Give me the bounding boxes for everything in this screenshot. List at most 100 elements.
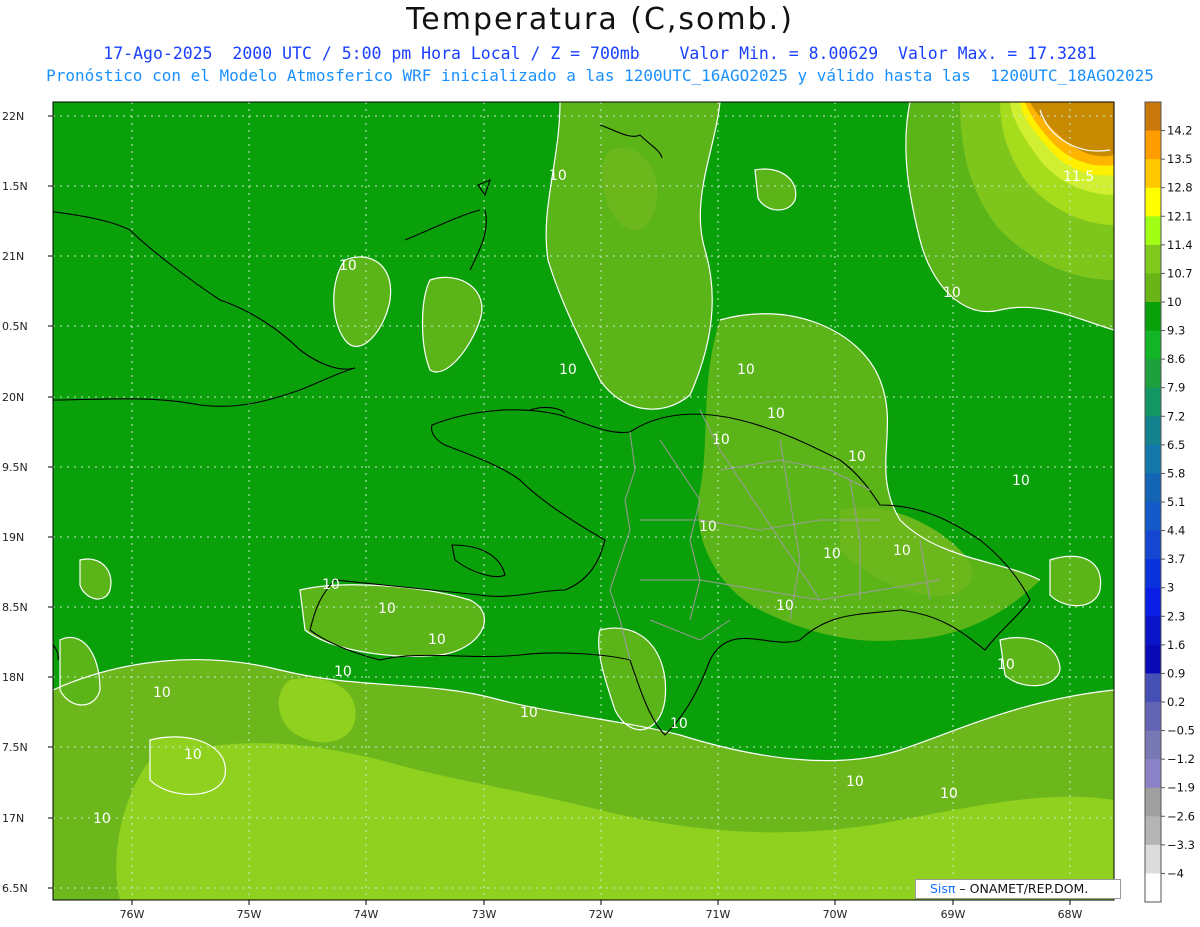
legend-label: 9.3 bbox=[1167, 324, 1185, 338]
contour-label: 10 bbox=[823, 546, 841, 562]
legend-label: −4 bbox=[1167, 866, 1184, 880]
legend-swatch bbox=[1145, 416, 1161, 446]
legend-label: 12.1 bbox=[1167, 209, 1193, 223]
legend-label: −1.9 bbox=[1167, 781, 1195, 795]
contour-label: 10 bbox=[520, 705, 538, 721]
legend-swatch bbox=[1145, 444, 1161, 474]
legend-label: 3 bbox=[1167, 581, 1174, 595]
lon-label: 68W bbox=[1058, 908, 1083, 921]
legend-swatch bbox=[1145, 130, 1161, 160]
legend-swatch bbox=[1145, 302, 1161, 332]
legend-swatch bbox=[1145, 216, 1161, 246]
lat-label: 18N bbox=[2, 671, 24, 684]
lon-label: 76W bbox=[120, 908, 145, 921]
legend-swatch bbox=[1145, 530, 1161, 560]
legend-label: 0.9 bbox=[1167, 666, 1185, 680]
legend-label: 2.3 bbox=[1167, 609, 1185, 623]
legend-swatch bbox=[1145, 244, 1161, 274]
legend-label: 14.2 bbox=[1167, 124, 1193, 138]
latitude-axis: 22N 1.5N 21N 0.5N 20N 9.5N 19N 8.5N 18N … bbox=[2, 110, 53, 895]
contour-label: 10 bbox=[712, 432, 730, 448]
lon-label: 75W bbox=[237, 908, 262, 921]
credit-text: – ONAMET/REP.DOM. bbox=[955, 881, 1089, 896]
legend-label: −1.2 bbox=[1167, 752, 1195, 766]
contour-label: 11.5 bbox=[1063, 169, 1094, 185]
contour-label: 10 bbox=[997, 657, 1015, 673]
lon-label: 73W bbox=[472, 908, 497, 921]
lat-label: 17N bbox=[2, 812, 24, 825]
lon-label: 74W bbox=[354, 908, 379, 921]
contour-label: 10 bbox=[767, 406, 785, 422]
contour-label: 10 bbox=[1012, 473, 1030, 489]
legend-label: 7.9 bbox=[1167, 381, 1185, 395]
contour-label: 10 bbox=[846, 774, 864, 790]
temperature-map: 10 10 10 10 10 10 10 10 10 10 10 10 10 1… bbox=[2, 101, 1195, 921]
contour-label: 10 bbox=[737, 362, 755, 378]
legend-label: −3.3 bbox=[1167, 838, 1195, 852]
contour-label: 10 bbox=[776, 598, 794, 614]
lat-label: 7.5N bbox=[2, 741, 28, 754]
contour-label: 10 bbox=[670, 716, 688, 732]
sis-logo-text: Sisπ bbox=[930, 881, 956, 896]
legend-label: 12.8 bbox=[1167, 181, 1193, 195]
legend-label: 10 bbox=[1167, 295, 1182, 309]
legend-swatch bbox=[1145, 273, 1161, 303]
lat-label: 19N bbox=[2, 531, 24, 544]
lat-label: 1.5N bbox=[2, 180, 28, 193]
contour-label: 10 bbox=[699, 519, 717, 535]
legend-label: 0.2 bbox=[1167, 695, 1185, 709]
contour-label: 10 bbox=[559, 362, 577, 378]
legend-swatch bbox=[1145, 702, 1161, 732]
lat-label: 0.5N bbox=[2, 320, 28, 333]
legend-swatch bbox=[1145, 644, 1161, 674]
legend-label: 3.7 bbox=[1167, 552, 1185, 566]
lat-label: 21N bbox=[2, 250, 24, 263]
legend-label: 10.7 bbox=[1167, 266, 1193, 280]
contour-label: 10 bbox=[184, 747, 202, 763]
legend-label: −2.6 bbox=[1167, 809, 1195, 823]
legend-swatch bbox=[1145, 187, 1161, 217]
legend-swatch bbox=[1145, 816, 1161, 846]
longitude-axis: 76W 75W 74W 73W 72W 71W 70W 69W 68W bbox=[120, 900, 1083, 921]
lat-label: 9.5N bbox=[2, 461, 28, 474]
legend-label: 7.2 bbox=[1167, 409, 1185, 423]
legend-swatch bbox=[1145, 330, 1161, 360]
contour-label: 10 bbox=[339, 258, 357, 274]
color-legend: 14.2 13.5 12.8 12.1 11.4 10.7 10 9.3 8.6 7.9 7.2 6.… bbox=[1144, 101, 1195, 903]
legend-label: 11.4 bbox=[1167, 238, 1193, 252]
legend-label: 5.1 bbox=[1167, 495, 1185, 509]
credit-box: Sisπ – ONAMET/REP.DOM. bbox=[915, 879, 1121, 899]
contour-label: 10 bbox=[428, 632, 446, 648]
legend-label: 6.5 bbox=[1167, 438, 1185, 452]
legend-swatch bbox=[1145, 787, 1161, 817]
contour-label: 10 bbox=[848, 449, 866, 465]
contour-label: 10 bbox=[549, 168, 567, 184]
legend-swatch bbox=[1145, 730, 1161, 760]
lat-label: 20N bbox=[2, 391, 24, 404]
legend-swatch bbox=[1145, 559, 1161, 589]
legend-swatch bbox=[1145, 387, 1161, 417]
contour-label: 10 bbox=[153, 685, 171, 701]
legend-swatch bbox=[1145, 502, 1161, 532]
lat-label: 22N bbox=[2, 110, 24, 123]
legend-label: 1.6 bbox=[1167, 638, 1185, 652]
contour-label: 10 bbox=[893, 543, 911, 559]
contour-label: 10 bbox=[322, 577, 340, 593]
legend-label: −0.5 bbox=[1167, 724, 1195, 738]
contour-label: 10 bbox=[334, 664, 352, 680]
legend-swatch bbox=[1145, 102, 1161, 132]
legend-label: 8.6 bbox=[1167, 352, 1185, 366]
lat-label: 8.5N bbox=[2, 601, 28, 614]
legend-label: 4.4 bbox=[1167, 524, 1185, 538]
legend-label: 5.8 bbox=[1167, 466, 1185, 480]
contour-label: 10 bbox=[93, 811, 111, 827]
lon-label: 72W bbox=[589, 908, 614, 921]
legend-swatch bbox=[1145, 873, 1161, 903]
lon-label: 70W bbox=[823, 908, 848, 921]
legend-swatch bbox=[1145, 473, 1161, 503]
contour-label: 10 bbox=[943, 285, 961, 301]
legend-swatch bbox=[1145, 844, 1161, 874]
contour-label: 10 bbox=[378, 601, 396, 617]
legend-swatch bbox=[1145, 359, 1161, 389]
legend-swatch bbox=[1145, 587, 1161, 617]
